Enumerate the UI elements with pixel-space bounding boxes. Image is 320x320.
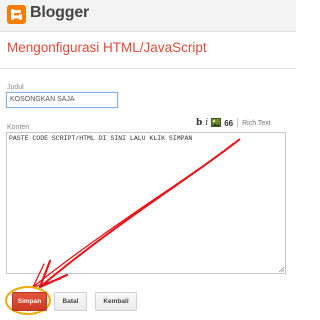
bold-button[interactable]: b <box>196 118 202 128</box>
resize-handle-icon[interactable] <box>278 266 284 272</box>
title-divider <box>0 68 296 69</box>
title-field-label: Judul <box>7 84 24 91</box>
quote-button[interactable]: 66 <box>224 119 233 128</box>
toolbar-divider <box>237 118 239 128</box>
image-icon[interactable] <box>211 117 222 129</box>
content-editor[interactable]: PASTE CODE SCRIPT/HTML DI SINI LALU KLIK… <box>6 132 286 274</box>
content-field-label: Konten <box>7 124 30 131</box>
app-header: Blogger <box>0 0 296 32</box>
page-title: Mengonfigurasi HTML/JavaScript <box>7 40 207 55</box>
rich-text-tab[interactable]: Rich Text <box>242 120 271 127</box>
italic-button[interactable]: i <box>205 118 208 128</box>
blogger-logo-icon <box>7 5 26 24</box>
save-button[interactable]: Simpan <box>12 292 47 311</box>
editor-content: PASTE CODE SCRIPT/HTML DI SINI LALU KLIK… <box>9 135 193 142</box>
brand-name: Blogger <box>30 4 90 21</box>
title-input[interactable]: KOSONGKAN SAJA <box>6 92 118 108</box>
cancel-button[interactable]: Batal <box>54 292 87 311</box>
back-button[interactable]: Kembali <box>95 292 137 311</box>
editor-toolbar: b i 66 Rich Text <box>196 117 271 129</box>
